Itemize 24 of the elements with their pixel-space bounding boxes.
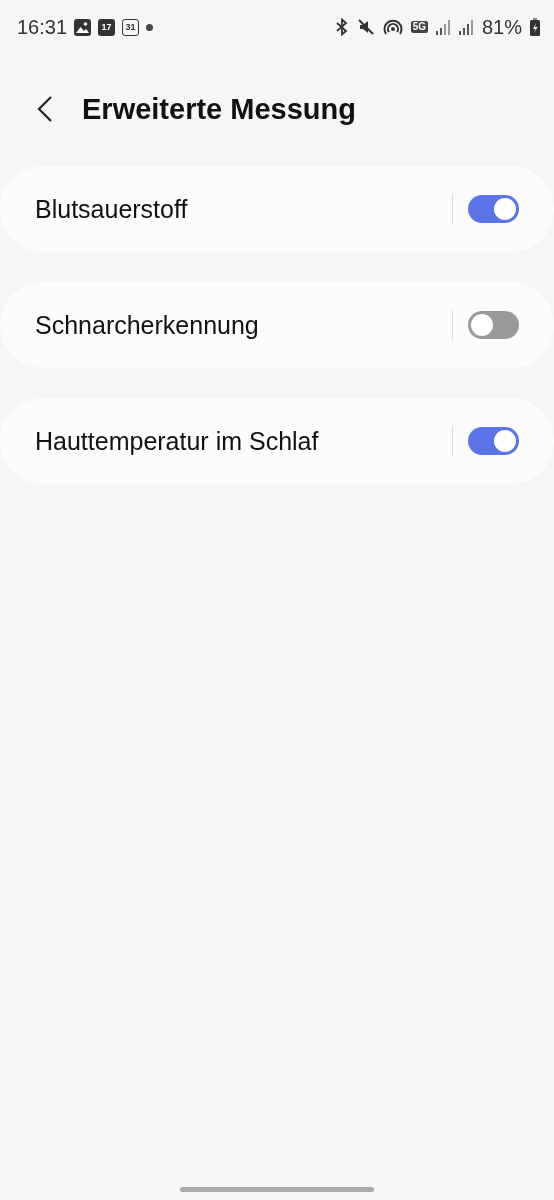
toggle-switch[interactable] [468,427,519,455]
chevron-left-icon [36,95,54,123]
setting-row[interactable]: Schnarcherkennung [0,282,554,368]
bluetooth-icon [334,18,349,36]
setting-label: Blutsauerstoff [35,194,189,224]
clock: 16:31 [17,15,68,39]
calendar-icon: 31 [122,18,140,36]
toggle-switch[interactable] [468,195,519,223]
dot-icon [146,23,154,31]
image-icon [74,18,92,36]
setting-row[interactable]: Hauttemperatur im Schlaf [0,398,554,484]
hotspot-icon [382,18,403,36]
calendar-icon: 17 [98,18,116,36]
signal-icon [458,19,474,35]
page-title: Erweiterte Messung [82,92,356,126]
setting-label: Hauttemperatur im Schlaf [35,426,320,456]
battery-percentage: 81% [481,15,522,39]
network-type: 5G [410,21,428,33]
setting-label: Schnarcherkennung [35,310,260,340]
setting-row[interactable]: Blutsauerstoff [0,166,554,252]
battery-charging-icon [530,18,540,36]
mute-icon [356,18,375,36]
toggle-switch[interactable] [468,311,519,339]
signal-icon [435,19,451,35]
